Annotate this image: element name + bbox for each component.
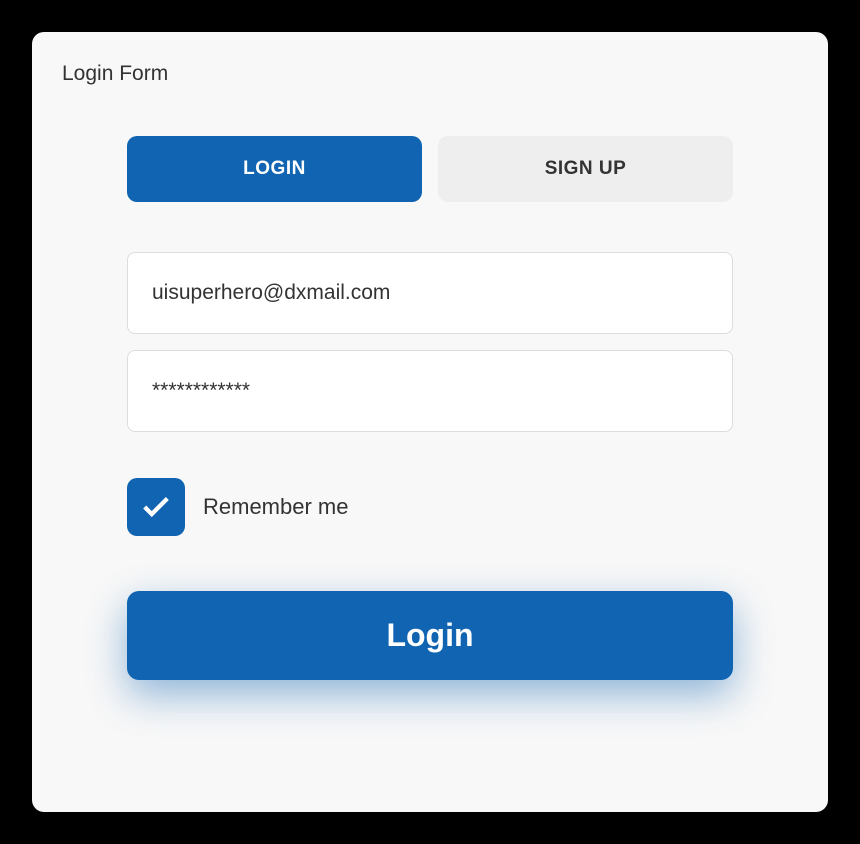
card-title: Login Form	[62, 62, 798, 86]
email-field[interactable]	[127, 252, 733, 334]
login-button[interactable]: Login	[127, 591, 733, 680]
remember-me-checkbox[interactable]	[127, 478, 185, 536]
login-card: Login Form LOGIN SIGN UP Remember me Log…	[32, 32, 828, 812]
tabs: LOGIN SIGN UP	[127, 136, 733, 202]
check-icon	[139, 490, 173, 524]
tab-login[interactable]: LOGIN	[127, 136, 422, 202]
remember-me-row: Remember me	[127, 478, 733, 536]
form-container: LOGIN SIGN UP Remember me Login	[62, 136, 798, 680]
password-field[interactable]	[127, 350, 733, 432]
tab-signup[interactable]: SIGN UP	[438, 136, 733, 202]
remember-me-label: Remember me	[203, 494, 348, 520]
